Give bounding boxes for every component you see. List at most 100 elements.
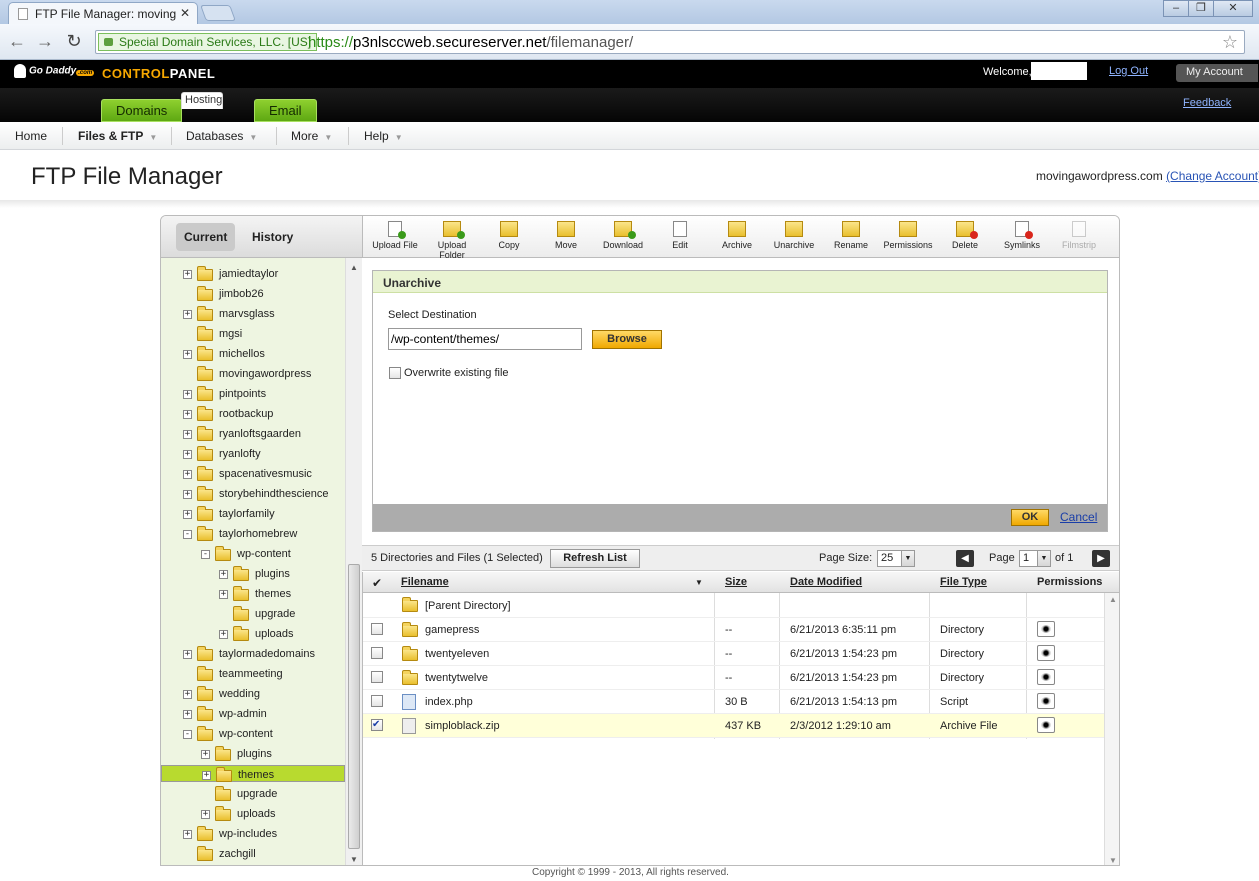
tab-email[interactable]: Email bbox=[254, 99, 317, 122]
close-tab-icon[interactable]: ✕ bbox=[180, 6, 190, 20]
change-account-link[interactable]: (Change Account) bbox=[1166, 169, 1259, 183]
expand-icon[interactable]: + bbox=[183, 690, 192, 699]
select-all-check-icon[interactable]: ✔ bbox=[372, 576, 382, 590]
browser-tab[interactable]: FTP File Manager: moving ✕ bbox=[8, 2, 198, 24]
expand-icon[interactable]: + bbox=[183, 510, 192, 519]
tree-scrollbar[interactable]: ▲ ▼ bbox=[345, 258, 362, 865]
list-scrollbar[interactable]: ▲ ▼ bbox=[1104, 593, 1119, 865]
expand-icon[interactable]: + bbox=[183, 390, 192, 399]
expand-icon[interactable]: + bbox=[183, 430, 192, 439]
tree-item[interactable]: + spacenativesmusic bbox=[161, 465, 345, 485]
file-row[interactable]: index.php 30 B 6/21/2013 1:54:13 pm Script bbox=[363, 690, 1104, 714]
reload-icon[interactable]: ↻ bbox=[63, 31, 85, 53]
tree-item[interactable]: + taylorfamily bbox=[161, 505, 345, 525]
row-checkbox[interactable]: ✔ bbox=[371, 719, 383, 731]
close-window-icon[interactable]: ✕ bbox=[1213, 0, 1253, 17]
archive-button[interactable]: Archive bbox=[709, 221, 765, 250]
collapse-icon[interactable]: - bbox=[183, 530, 192, 539]
tab-history[interactable]: History bbox=[244, 223, 301, 251]
tree-item[interactable]: + wedding bbox=[161, 685, 345, 705]
expand-icon[interactable]: + bbox=[183, 650, 192, 659]
expand-icon[interactable]: + bbox=[201, 810, 210, 819]
page-size-select[interactable]: 25 ▼ bbox=[877, 550, 915, 567]
tree-item[interactable]: + taylormadedomains bbox=[161, 645, 345, 665]
view-permissions-icon[interactable] bbox=[1037, 717, 1055, 733]
tree-item[interactable]: + wp-admin bbox=[161, 705, 345, 725]
move-button[interactable]: Move bbox=[538, 221, 594, 250]
tree-item[interactable]: + themes bbox=[161, 585, 345, 605]
menu-more[interactable]: More ▼ bbox=[291, 129, 332, 143]
collapse-icon[interactable]: - bbox=[201, 550, 210, 559]
parent-directory-row[interactable]: [Parent Directory] bbox=[363, 594, 1104, 618]
view-permissions-icon[interactable] bbox=[1037, 669, 1055, 685]
tree-item[interactable]: + plugins bbox=[161, 745, 345, 765]
view-permissions-icon[interactable] bbox=[1037, 693, 1055, 709]
expand-icon[interactable]: + bbox=[219, 630, 228, 639]
row-checkbox[interactable] bbox=[371, 671, 383, 683]
scroll-down-icon[interactable]: ▼ bbox=[350, 855, 358, 864]
tree-item[interactable]: + themes bbox=[161, 765, 345, 782]
back-icon[interactable]: ← bbox=[6, 31, 28, 53]
restore-icon[interactable]: ❐ bbox=[1188, 0, 1214, 17]
col-size[interactable]: Size bbox=[725, 576, 747, 588]
forward-icon[interactable]: → bbox=[34, 31, 56, 53]
tree-item[interactable]: mgsi bbox=[161, 325, 345, 345]
refresh-list-button[interactable]: Refresh List bbox=[550, 549, 640, 568]
tree-item[interactable]: jimbob26 bbox=[161, 285, 345, 305]
permissions-button[interactable]: Permissions bbox=[880, 221, 936, 250]
menu-home[interactable]: Home bbox=[15, 129, 47, 143]
cancel-link[interactable]: Cancel bbox=[1060, 510, 1097, 524]
rename-button[interactable]: Rename bbox=[823, 221, 879, 250]
file-row[interactable]: ✔ simploblack.zip 437 KB 2/3/2012 1:29:10 a… bbox=[363, 714, 1104, 738]
my-account-button[interactable]: My Account bbox=[1176, 64, 1258, 82]
tree-item[interactable]: + ryanlofty bbox=[161, 445, 345, 465]
prev-page-button[interactable]: ◀ bbox=[956, 550, 974, 567]
menu-databases[interactable]: Databases ▼ bbox=[186, 129, 257, 143]
tree-item[interactable]: zachgill bbox=[161, 845, 345, 865]
file-row[interactable]: twentytwelve -- 6/21/2013 1:54:23 pm Direct… bbox=[363, 666, 1104, 690]
scroll-down-icon[interactable]: ▼ bbox=[1109, 856, 1117, 865]
view-permissions-icon[interactable] bbox=[1037, 645, 1055, 661]
tree-item[interactable]: upgrade bbox=[161, 785, 345, 805]
menu-files-ftp[interactable]: Files & FTP ▼ bbox=[78, 129, 157, 143]
row-checkbox[interactable] bbox=[371, 623, 383, 635]
tree-item[interactable]: + plugins bbox=[161, 565, 345, 585]
filmstrip-button[interactable]: Filmstrip bbox=[1051, 221, 1107, 250]
expand-icon[interactable]: + bbox=[183, 470, 192, 479]
minimize-icon[interactable]: – bbox=[1163, 0, 1189, 17]
expand-icon[interactable]: + bbox=[183, 270, 192, 279]
expand-icon[interactable]: + bbox=[183, 450, 192, 459]
ev-certificate-badge[interactable]: Special Domain Services, LLC. [US] bbox=[98, 33, 318, 51]
bookmark-star-icon[interactable]: ☆ bbox=[1222, 32, 1238, 53]
row-checkbox[interactable] bbox=[371, 647, 383, 659]
overwrite-checkbox[interactable] bbox=[389, 367, 401, 379]
godaddy-logo[interactable]: Go Daddy .com bbox=[14, 64, 95, 78]
tree-item[interactable]: + rootbackup bbox=[161, 405, 345, 425]
tree-item[interactable]: + uploads bbox=[161, 805, 345, 825]
sort-desc-icon[interactable]: ▼ bbox=[695, 578, 703, 587]
logout-link[interactable]: Log Out bbox=[1109, 65, 1148, 77]
upload-folder-button[interactable]: Upload Folder bbox=[424, 221, 480, 260]
scroll-up-icon[interactable]: ▲ bbox=[350, 263, 358, 272]
expand-icon[interactable]: + bbox=[201, 750, 210, 759]
expand-icon[interactable]: + bbox=[183, 830, 192, 839]
file-row[interactable]: twentyeleven -- 6/21/2013 1:54:23 pm Direct… bbox=[363, 642, 1104, 666]
tree-item[interactable]: - wp-content bbox=[161, 725, 345, 745]
tree-item[interactable]: + storybehindthescience bbox=[161, 485, 345, 505]
tree-item[interactable]: upgrade bbox=[161, 605, 345, 625]
download-button[interactable]: Download bbox=[595, 221, 651, 250]
expand-icon[interactable]: + bbox=[219, 590, 228, 599]
feedback-link[interactable]: Feedback bbox=[1183, 97, 1231, 109]
collapse-icon[interactable]: - bbox=[183, 730, 192, 739]
symlinks-button[interactable]: Symlinks bbox=[994, 221, 1050, 250]
scroll-up-icon[interactable]: ▲ bbox=[1109, 595, 1117, 604]
col-file-type[interactable]: File Type bbox=[940, 576, 987, 588]
unarchive-button[interactable]: Unarchive bbox=[766, 221, 822, 250]
tab-current[interactable]: Current bbox=[176, 223, 236, 251]
tree-item[interactable]: - taylorhomebrew bbox=[161, 525, 345, 545]
expand-icon[interactable]: + bbox=[183, 710, 192, 719]
expand-icon[interactable]: + bbox=[202, 771, 211, 780]
row-checkbox[interactable] bbox=[371, 695, 383, 707]
page-number-select[interactable]: 1 ▼ bbox=[1019, 550, 1051, 567]
tree-item[interactable]: movingawordpress bbox=[161, 365, 345, 385]
